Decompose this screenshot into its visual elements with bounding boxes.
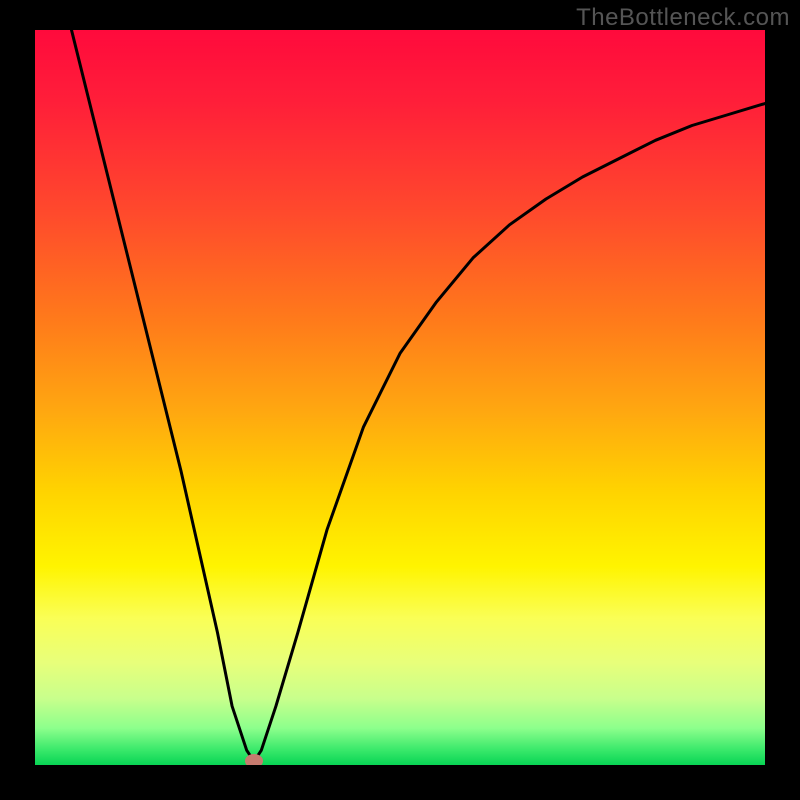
marker-dot [245, 754, 263, 765]
chart-frame: TheBottleneck.com [0, 0, 800, 800]
watermark-text: TheBottleneck.com [576, 4, 790, 32]
bottleneck-curve [35, 30, 765, 765]
plot-area [35, 30, 765, 765]
